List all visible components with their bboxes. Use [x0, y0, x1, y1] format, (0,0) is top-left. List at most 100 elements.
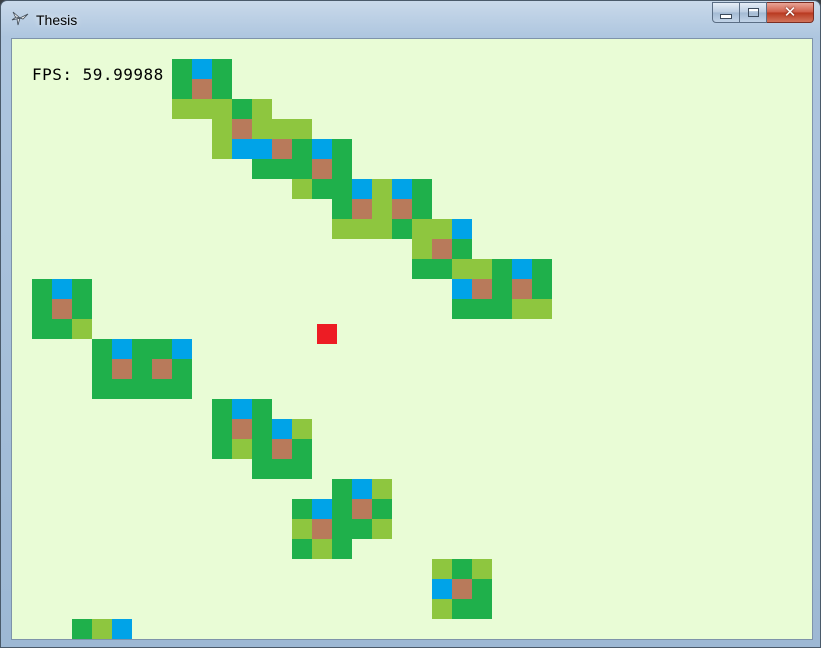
water-tile: [232, 139, 252, 159]
grass-tile: [152, 339, 172, 359]
grass-tile: [412, 199, 432, 219]
dirt-tile: [52, 299, 72, 319]
water-tile: [112, 619, 132, 639]
light-grass-tile: [372, 519, 392, 539]
grass-tile: [492, 279, 512, 299]
water-tile: [192, 59, 212, 79]
tile-map: [12, 39, 812, 639]
dirt-tile: [232, 419, 252, 439]
dirt-tile: [232, 119, 252, 139]
light-grass-tile: [352, 219, 372, 239]
light-grass-tile: [212, 99, 232, 119]
grass-tile: [492, 259, 512, 279]
grass-tile: [112, 379, 132, 399]
grass-tile: [472, 579, 492, 599]
grass-tile: [252, 419, 272, 439]
grass-tile: [252, 159, 272, 179]
title-bar[interactable]: Thesis ✕: [1, 1, 820, 37]
grass-tile: [312, 179, 332, 199]
grass-tile: [212, 439, 232, 459]
grass-tile: [172, 379, 192, 399]
light-grass-tile: [232, 439, 252, 459]
dirt-tile: [112, 359, 132, 379]
grass-tile: [332, 519, 352, 539]
water-tile: [272, 419, 292, 439]
grass-tile: [32, 319, 52, 339]
grass-tile: [132, 359, 152, 379]
light-grass-tile: [532, 299, 552, 319]
water-tile: [112, 339, 132, 359]
grass-tile: [152, 379, 172, 399]
light-grass-tile: [432, 559, 452, 579]
grass-tile: [292, 139, 312, 159]
grass-tile: [332, 199, 352, 219]
grass-tile: [332, 179, 352, 199]
grass-tile: [132, 379, 152, 399]
grass-tile: [232, 99, 252, 119]
grass-tile: [292, 499, 312, 519]
close-button[interactable]: ✕: [767, 2, 814, 23]
grass-tile: [32, 279, 52, 299]
grass-tile: [212, 59, 232, 79]
window-title: Thesis: [36, 12, 78, 28]
grass-tile: [452, 559, 472, 579]
water-tile: [312, 499, 332, 519]
water-tile: [452, 219, 472, 239]
maximize-button[interactable]: [740, 2, 767, 23]
grass-tile: [532, 259, 552, 279]
player-square: [317, 324, 337, 344]
grass-tile: [72, 299, 92, 319]
light-grass-tile: [452, 259, 472, 279]
grass-tile: [472, 599, 492, 619]
water-tile: [312, 139, 332, 159]
game-canvas[interactable]: FPS: 59.99988: [11, 38, 813, 640]
grass-tile: [432, 259, 452, 279]
grass-tile: [292, 459, 312, 479]
water-tile: [232, 399, 252, 419]
grass-tile: [252, 439, 272, 459]
minimize-button[interactable]: [712, 2, 740, 23]
light-grass-tile: [292, 419, 312, 439]
grass-tile: [172, 359, 192, 379]
light-grass-tile: [252, 119, 272, 139]
light-grass-tile: [472, 259, 492, 279]
pinwheel-app-icon[interactable]: [10, 10, 30, 26]
grass-tile: [292, 439, 312, 459]
grass-tile: [132, 339, 152, 359]
dirt-tile: [152, 359, 172, 379]
grass-tile: [72, 619, 92, 639]
dirt-tile: [512, 279, 532, 299]
grass-tile: [172, 79, 192, 99]
light-grass-tile: [212, 119, 232, 139]
light-grass-tile: [372, 199, 392, 219]
grass-tile: [332, 539, 352, 559]
light-grass-tile: [412, 219, 432, 239]
grass-tile: [212, 419, 232, 439]
grass-tile: [252, 459, 272, 479]
dirt-tile: [272, 139, 292, 159]
grass-tile: [272, 159, 292, 179]
dirt-tile: [352, 199, 372, 219]
light-grass-tile: [292, 519, 312, 539]
grass-tile: [332, 479, 352, 499]
light-grass-tile: [212, 139, 232, 159]
dirt-tile: [192, 79, 212, 99]
light-grass-tile: [332, 219, 352, 239]
grass-tile: [332, 499, 352, 519]
grass-tile: [372, 499, 392, 519]
light-grass-tile: [252, 99, 272, 119]
dirt-tile: [432, 239, 452, 259]
dirt-tile: [312, 159, 332, 179]
grass-tile: [272, 459, 292, 479]
light-grass-tile: [292, 179, 312, 199]
grass-tile: [412, 259, 432, 279]
caption-buttons: ✕: [712, 2, 814, 24]
water-tile: [52, 279, 72, 299]
grass-tile: [252, 399, 272, 419]
grass-tile: [492, 299, 512, 319]
fps-counter: FPS: 59.99988: [32, 65, 164, 84]
light-grass-tile: [432, 599, 452, 619]
grass-tile: [452, 239, 472, 259]
grass-tile: [412, 179, 432, 199]
water-tile: [432, 579, 452, 599]
